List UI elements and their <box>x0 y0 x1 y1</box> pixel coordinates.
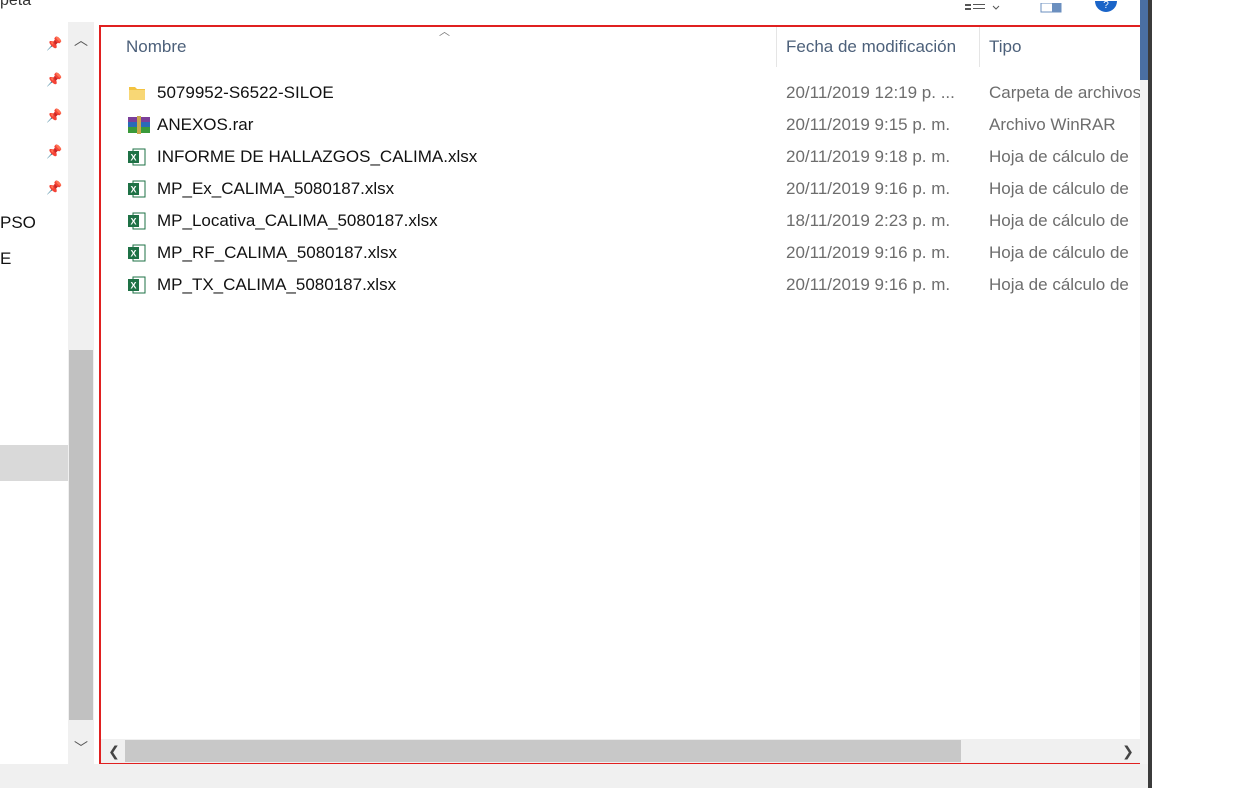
file-type: Hoja de cálculo de <box>989 179 1129 198</box>
nav-item[interactable]: PSO <box>0 213 36 233</box>
scroll-left-icon[interactable]: ❮ <box>103 739 125 763</box>
file-date: 20/11/2019 9:16 p. m. <box>786 243 951 262</box>
list-item[interactable]: 5079952-S6522-SILOE 20/11/2019 12:19 p. … <box>101 79 1141 109</box>
scroll-right-icon[interactable]: ❯ <box>1117 739 1139 763</box>
file-type: Archivo WinRAR <box>989 115 1116 134</box>
file-name: MP_Locativa_CALIMA_5080187.xlsx <box>157 211 438 230</box>
horizontal-scrollbar[interactable]: ❮ ❯ <box>101 739 1141 763</box>
list-item[interactable]: X MP_RF_CALIMA_5080187.xlsx 20/11/2019 9… <box>101 239 1141 269</box>
pin-icon: 📌 <box>46 180 63 195</box>
pin-icon: 📌 <box>46 36 63 51</box>
column-divider[interactable] <box>776 27 777 67</box>
file-list-pane: ︿ Nombre Fecha de modificación Tipo 5079… <box>99 25 1143 765</box>
scroll-down-icon[interactable]: ﹀ <box>68 738 94 758</box>
toolbar-strip: peta ? <box>0 0 1152 22</box>
file-name: MP_RF_CALIMA_5080187.xlsx <box>157 243 398 262</box>
nav-scrollbar[interactable]: ︿ ﹀ <box>68 22 94 764</box>
view-options-icon[interactable] <box>963 0 1003 18</box>
excel-icon: X <box>127 179 147 199</box>
file-name: INFORME DE HALLAZGOS_CALIMA.xlsx <box>157 147 478 166</box>
svg-text:X: X <box>130 153 136 163</box>
list-item[interactable]: X MP_Ex_CALIMA_5080187.xlsx 20/11/2019 9… <box>101 175 1141 205</box>
file-date: 20/11/2019 9:16 p. m. <box>786 179 951 198</box>
file-type: Hoja de cálculo de <box>989 147 1129 166</box>
nav-item[interactable]: E <box>0 249 11 269</box>
svg-text:X: X <box>130 185 136 195</box>
column-header: Nombre Fecha de modificación Tipo <box>101 27 1141 67</box>
file-type: Hoja de cálculo de <box>989 243 1129 262</box>
file-date: 20/11/2019 9:15 p. m. <box>786 115 951 134</box>
excel-icon: X <box>127 275 147 295</box>
file-date: 20/11/2019 9:16 p. m. <box>786 275 951 294</box>
pin-icon: 📌 <box>46 108 63 123</box>
pin-icon: 📌 <box>46 144 63 159</box>
file-name: ANEXOS.rar <box>157 115 254 134</box>
file-type: Hoja de cálculo de <box>989 275 1129 294</box>
status-bar <box>0 764 1152 788</box>
column-name-header[interactable]: Nombre <box>126 37 186 57</box>
svg-text:?: ? <box>1103 1 1109 11</box>
scrollbar-thumb[interactable] <box>69 350 93 720</box>
svg-text:X: X <box>130 249 136 259</box>
list-item[interactable]: X MP_TX_CALIMA_5080187.xlsx 20/11/2019 9… <box>101 271 1141 301</box>
file-date: 20/11/2019 12:19 p. ... <box>786 83 955 102</box>
file-date: 18/11/2019 2:23 p. m. <box>786 211 951 230</box>
winrar-icon <box>127 115 150 135</box>
column-type-header[interactable]: Tipo <box>989 37 1021 57</box>
help-icon[interactable]: ? <box>1095 0 1117 18</box>
excel-icon: X <box>127 147 147 167</box>
preview-pane-icon[interactable] <box>1040 0 1064 18</box>
nav-selected-item[interactable] <box>0 445 68 481</box>
column-divider[interactable] <box>979 27 980 67</box>
navigation-pane: 📌 📌 📌 📌 📌 PSO E <box>0 22 68 764</box>
folder-icon <box>127 83 147 103</box>
scroll-up-icon[interactable]: ︿ <box>68 30 94 50</box>
file-name: MP_Ex_CALIMA_5080187.xlsx <box>157 179 395 198</box>
desktop-area <box>1152 0 1241 788</box>
list-item[interactable]: X MP_Locativa_CALIMA_5080187.xlsx 18/11/… <box>101 207 1141 237</box>
excel-icon: X <box>127 211 147 231</box>
pin-icon: 📌 <box>46 72 63 87</box>
file-name: MP_TX_CALIMA_5080187.xlsx <box>157 275 397 294</box>
column-date-header[interactable]: Fecha de modificación <box>786 37 956 57</box>
file-type: Carpeta de archivos <box>989 83 1142 102</box>
list-item[interactable]: X INFORME DE HALLAZGOS_CALIMA.xlsx 20/11… <box>101 143 1141 173</box>
file-type: Hoja de cálculo de <box>989 211 1129 230</box>
list-item[interactable]: ANEXOS.rar 20/11/2019 9:15 p. m. Archivo… <box>101 111 1141 141</box>
scrollbar-thumb[interactable] <box>125 740 961 762</box>
file-date: 20/11/2019 9:18 p. m. <box>786 147 951 166</box>
excel-icon: X <box>127 243 147 263</box>
svg-text:X: X <box>130 217 136 227</box>
file-name: 5079952-S6522-SILOE <box>157 83 334 102</box>
breadcrumb: peta <box>0 0 32 9</box>
svg-text:X: X <box>130 281 136 291</box>
